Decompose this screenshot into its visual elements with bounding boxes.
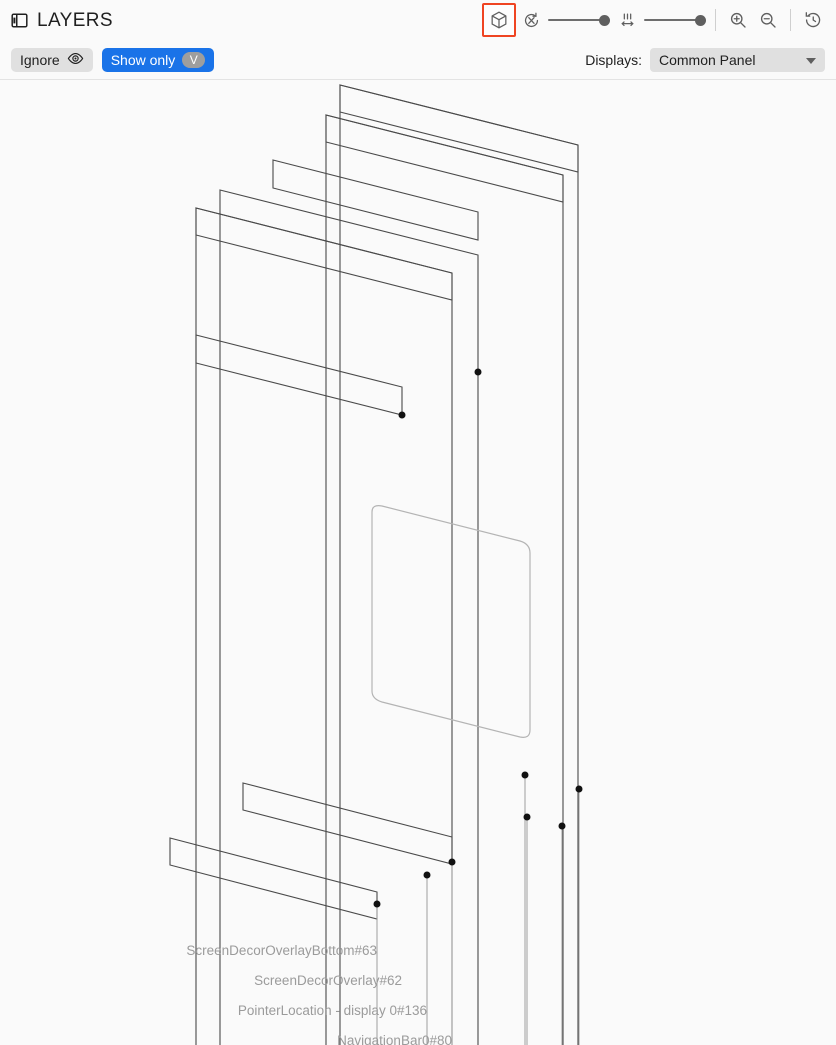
layer-shape-navigationbar bbox=[325, 114, 564, 203]
show-only-label: Show only bbox=[110, 51, 176, 68]
rotation-button[interactable] bbox=[516, 5, 546, 35]
layer-shape-pointerlocation bbox=[219, 189, 479, 1045]
scene-geometry: ScreenDecorOverlayBottom#63 ScreenDecorO… bbox=[169, 84, 583, 1045]
layer-label: ScreenDecorOverlayBottom#63 bbox=[186, 943, 377, 958]
layer-shape-small-bar-top bbox=[195, 334, 403, 416]
view-toolbar bbox=[482, 0, 828, 40]
3d-cube-view-button[interactable] bbox=[482, 3, 516, 37]
ignore-label: Ignore bbox=[20, 51, 60, 68]
layer-label: NavigationBar0#80 bbox=[337, 1033, 452, 1045]
layer-label: PointerLocation - display 0#136 bbox=[238, 1003, 427, 1018]
title-bar-left: LAYERS bbox=[11, 11, 113, 30]
reset-view-button[interactable] bbox=[798, 5, 828, 35]
zoom-out-button[interactable] bbox=[753, 5, 783, 35]
layer-label: ScreenDecorOverlay#62 bbox=[254, 973, 402, 988]
spacing-slider[interactable] bbox=[644, 10, 706, 30]
anchor-dot bbox=[448, 858, 456, 866]
displays-selector-group: Displays: Common Panel bbox=[585, 47, 825, 72]
displays-select[interactable]: Common Panel bbox=[650, 47, 825, 72]
anchor-dot bbox=[521, 771, 529, 779]
layer-shape-lower-bar-1 bbox=[242, 782, 453, 865]
layers-3d-window: LAYERS Ignore Show only V Displays: Comm… bbox=[0, 0, 836, 1045]
rotation-slider[interactable] bbox=[548, 10, 610, 30]
layer-shape-panel-4 bbox=[195, 207, 453, 1045]
anchor-dot bbox=[423, 871, 431, 879]
toolbar-divider bbox=[715, 9, 716, 31]
eye-icon bbox=[67, 52, 84, 68]
ignore-filter-button[interactable]: Ignore bbox=[11, 47, 93, 72]
toolbar-divider-2 bbox=[790, 9, 791, 31]
layer-shape-lower-bar-2 bbox=[169, 837, 378, 920]
layer-shape-screendecoroverlaybottom bbox=[195, 207, 453, 301]
anchor-dot bbox=[523, 813, 531, 821]
layer-name-labels: ScreenDecorOverlayBottom#63 ScreenDecorO… bbox=[186, 943, 452, 1045]
layer-shape-screendecoroverlay bbox=[272, 159, 479, 241]
filter-bar: Ignore Show only V Displays: Common Pane… bbox=[0, 40, 836, 80]
rotation-slider-track bbox=[548, 19, 602, 21]
anchor-dot bbox=[474, 368, 482, 376]
show-only-badge: V bbox=[182, 51, 206, 68]
anchor-dot bbox=[398, 411, 406, 419]
spacing-slider-knob[interactable] bbox=[695, 14, 706, 26]
layers-3d-canvas[interactable]: ScreenDecorOverlayBottom#63 ScreenDecorO… bbox=[0, 80, 836, 1045]
anchor-dot bbox=[575, 785, 583, 793]
collapse-panel-left-icon[interactable] bbox=[11, 12, 28, 29]
show-only-filter-button[interactable]: Show only V bbox=[101, 47, 215, 72]
zoom-in-button[interactable] bbox=[723, 5, 753, 35]
layer-spacing-button[interactable] bbox=[612, 5, 642, 35]
displays-label: Displays: bbox=[585, 51, 642, 68]
layers-3d-scene[interactable]: ScreenDecorOverlayBottom#63 ScreenDecorO… bbox=[0, 80, 836, 1045]
anchor-dot bbox=[558, 822, 566, 830]
page-title: LAYERS bbox=[37, 9, 113, 31]
rotation-slider-knob[interactable] bbox=[599, 14, 610, 26]
chevron-down-icon bbox=[806, 57, 816, 64]
title-bar: LAYERS bbox=[0, 0, 836, 40]
anchor-dot bbox=[373, 900, 381, 908]
layer-shape-pipactivity bbox=[371, 505, 531, 738]
layer-shape-statusbar bbox=[339, 84, 579, 173]
displays-select-value: Common Panel bbox=[659, 51, 756, 68]
spacing-slider-track bbox=[644, 19, 698, 21]
